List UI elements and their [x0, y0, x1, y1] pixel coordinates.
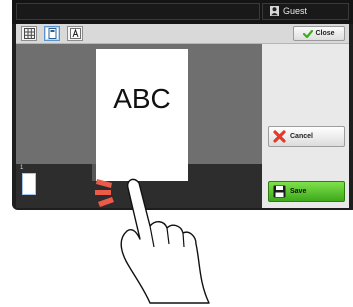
preview-pane[interactable]: 1 ABC [16, 44, 262, 208]
page-preview[interactable]: ABC [96, 49, 188, 181]
floppy-icon [273, 185, 286, 198]
close-label: Close [315, 30, 335, 37]
page-thumbnail[interactable] [22, 173, 36, 195]
x-icon [273, 130, 286, 143]
grid-icon [24, 28, 35, 39]
thumbnail-number: 1 [20, 165, 24, 171]
page-content-text: ABC [113, 83, 171, 114]
status-field [16, 3, 260, 20]
user-label: Guest [283, 6, 308, 16]
finger-creases [149, 225, 185, 248]
text-icon [70, 28, 81, 39]
text-view-button[interactable] [67, 26, 83, 41]
page-icon [48, 28, 57, 39]
top-bar: Guest [12, 0, 353, 24]
action-panel: Cancel Save [262, 44, 349, 208]
save-label: Save [290, 188, 307, 195]
check-icon [303, 29, 314, 38]
close-button[interactable]: Close [293, 26, 345, 41]
cancel-button[interactable]: Cancel [268, 126, 345, 147]
view-toolbar: Close [16, 24, 349, 44]
user-icon [270, 6, 279, 16]
page-view-button[interactable] [44, 26, 60, 41]
touch-panel: Guest Close 1 ABC Cancel Save [12, 0, 353, 210]
cancel-label: Cancel [290, 133, 313, 140]
save-button[interactable]: Save [268, 181, 345, 202]
grid-view-button[interactable] [21, 26, 37, 41]
user-indicator[interactable]: Guest [270, 6, 307, 16]
main-area: 1 ABC Cancel Save [16, 44, 349, 208]
